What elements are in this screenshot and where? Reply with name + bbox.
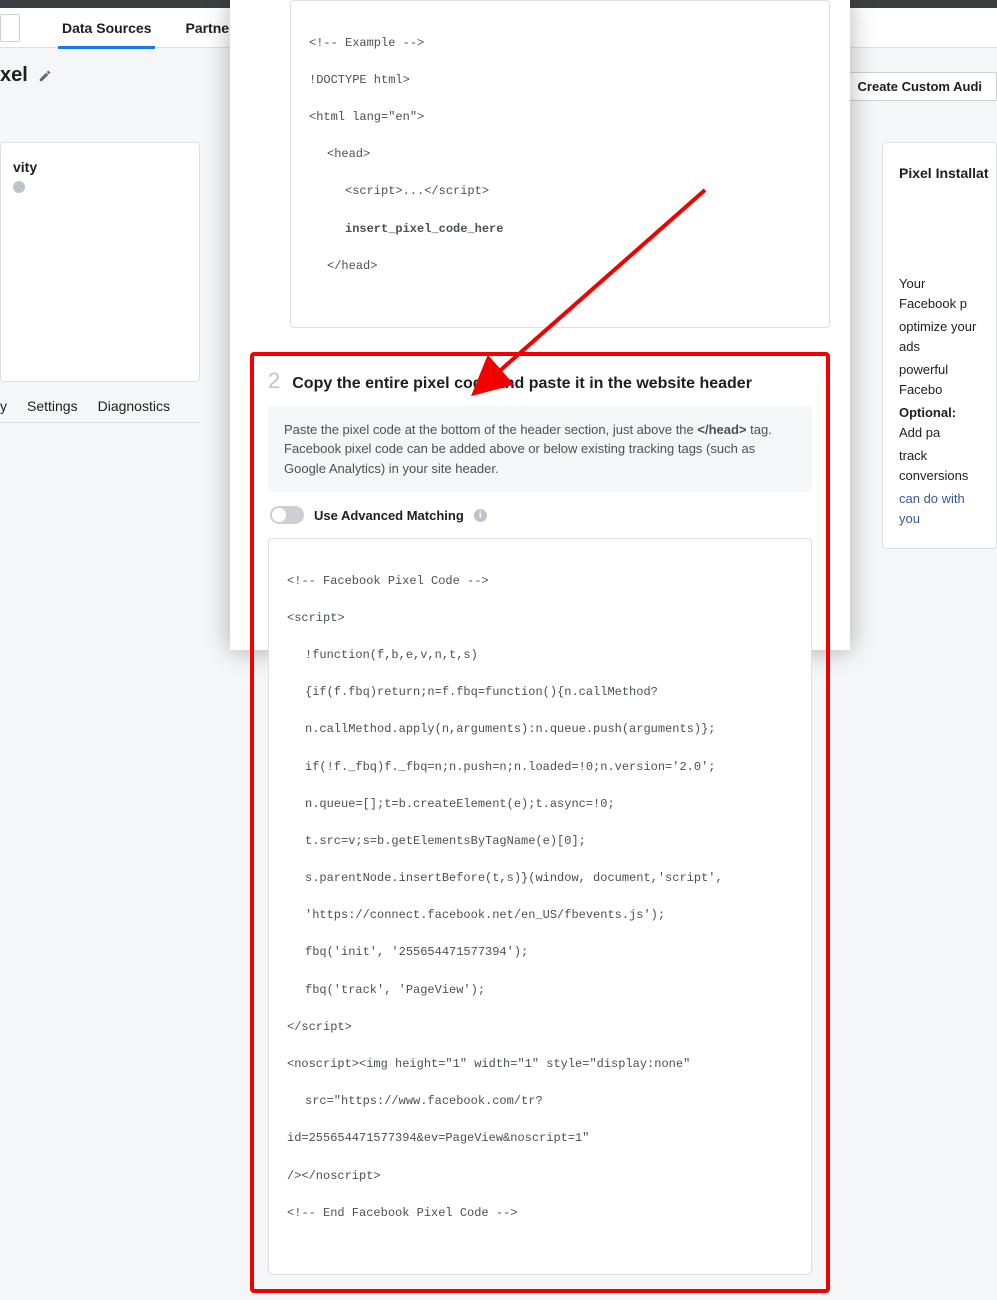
subtab-y[interactable]: y [0, 398, 7, 414]
ghost-button[interactable] [0, 14, 20, 42]
activity-card: vity [0, 142, 200, 382]
code-line: insert_pixel_code_here [309, 220, 811, 239]
code-line: s.parentNode.insertBefore(t,s)}(window, … [287, 869, 793, 888]
code-line: fbq('init', '255654471577394'); [287, 943, 793, 962]
code-line: {if(f.fbq)return;n=f.fbq=function(){n.ca… [287, 683, 793, 702]
code-line: n.queue=[];t=b.createElement(e);t.async=… [287, 795, 793, 814]
pixel-install-title: Pixel Installat [899, 163, 980, 184]
code-line: id=255654471577394&ev=PageView&noscript=… [287, 1129, 793, 1148]
code-line: </script> [287, 1018, 793, 1037]
code-line: <noscript><img height="1" width="1" styl… [287, 1055, 793, 1074]
step-2-header: 2 Copy the entire pixel code and paste i… [268, 368, 812, 394]
step-title: Copy the entire pixel code and paste it … [292, 375, 752, 393]
example-code-box[interactable]: <!-- Example --> !DOCTYPE html> <html la… [290, 0, 830, 328]
code-line: <!-- End Facebook Pixel Code --> [287, 1204, 793, 1223]
pixel-code-box[interactable]: <!-- Facebook Pixel Code --> <script> !f… [268, 538, 812, 1275]
advanced-matching-label: Use Advanced Matching [314, 508, 464, 523]
install-text: powerful Facebo [899, 360, 980, 399]
step-explain-box: Paste the pixel code at the bottom of th… [268, 406, 812, 493]
page-title-row: xel [0, 64, 52, 87]
activity-card-title: vity [13, 159, 187, 175]
subtab-settings[interactable]: Settings [27, 398, 78, 414]
code-line: n.callMethod.apply(n,arguments):n.queue.… [287, 720, 793, 739]
tab-data-sources[interactable]: Data Sources [58, 8, 155, 48]
install-text: Optional: Add pa [899, 403, 980, 442]
code-line: src="https://www.facebook.com/tr? [287, 1092, 793, 1111]
code-line: fbq('track', 'PageView'); [287, 981, 793, 1000]
code-line: !DOCTYPE html> [309, 71, 811, 90]
pencil-icon[interactable] [38, 69, 52, 83]
code-line: <!-- Facebook Pixel Code --> [287, 572, 793, 591]
info-icon [13, 181, 25, 193]
advanced-matching-toggle[interactable] [270, 506, 304, 524]
advanced-matching-row: Use Advanced Matching i [268, 506, 812, 524]
create-custom-audience-button[interactable]: Create Custom Audi [843, 72, 997, 101]
code-line: !function(f,b,e,v,n,t,s) [287, 646, 793, 665]
code-line: <script>...</script> [309, 182, 811, 201]
page-title: xel [0, 64, 28, 87]
install-text: track conversions [899, 446, 980, 485]
pixel-install-card: Pixel Installat Your Facebook p optimize… [882, 142, 997, 549]
code-line: /></noscript> [287, 1167, 793, 1186]
subtab-diagnostics[interactable]: Diagnostics [98, 398, 170, 414]
install-text: Your Facebook p [899, 274, 980, 313]
code-line: <script> [287, 609, 793, 628]
code-line: if(!f._fbq)f._fbq=n;n.push=n;n.loaded=!0… [287, 758, 793, 777]
code-line: <html lang="en"> [309, 108, 811, 127]
code-line: </head> [309, 257, 811, 276]
code-line: t.src=v;s=b.getElementsByTagName(e)[0]; [287, 832, 793, 851]
step-number: 2 [268, 368, 280, 394]
install-link[interactable]: can do with you [899, 489, 980, 528]
code-line: 'https://connect.facebook.net/en_US/fbev… [287, 906, 793, 925]
code-line: <head> [309, 145, 811, 164]
subtabs: y Settings Diagnostics [0, 398, 200, 423]
code-line: <!-- Example --> [309, 34, 811, 53]
info-icon[interactable]: i [474, 509, 487, 522]
pixel-setup-modal: <!-- Example --> !DOCTYPE html> <html la… [230, 0, 850, 650]
step-2-highlight: 2 Copy the entire pixel code and paste i… [250, 352, 830, 1293]
install-text: optimize your ads [899, 317, 980, 356]
